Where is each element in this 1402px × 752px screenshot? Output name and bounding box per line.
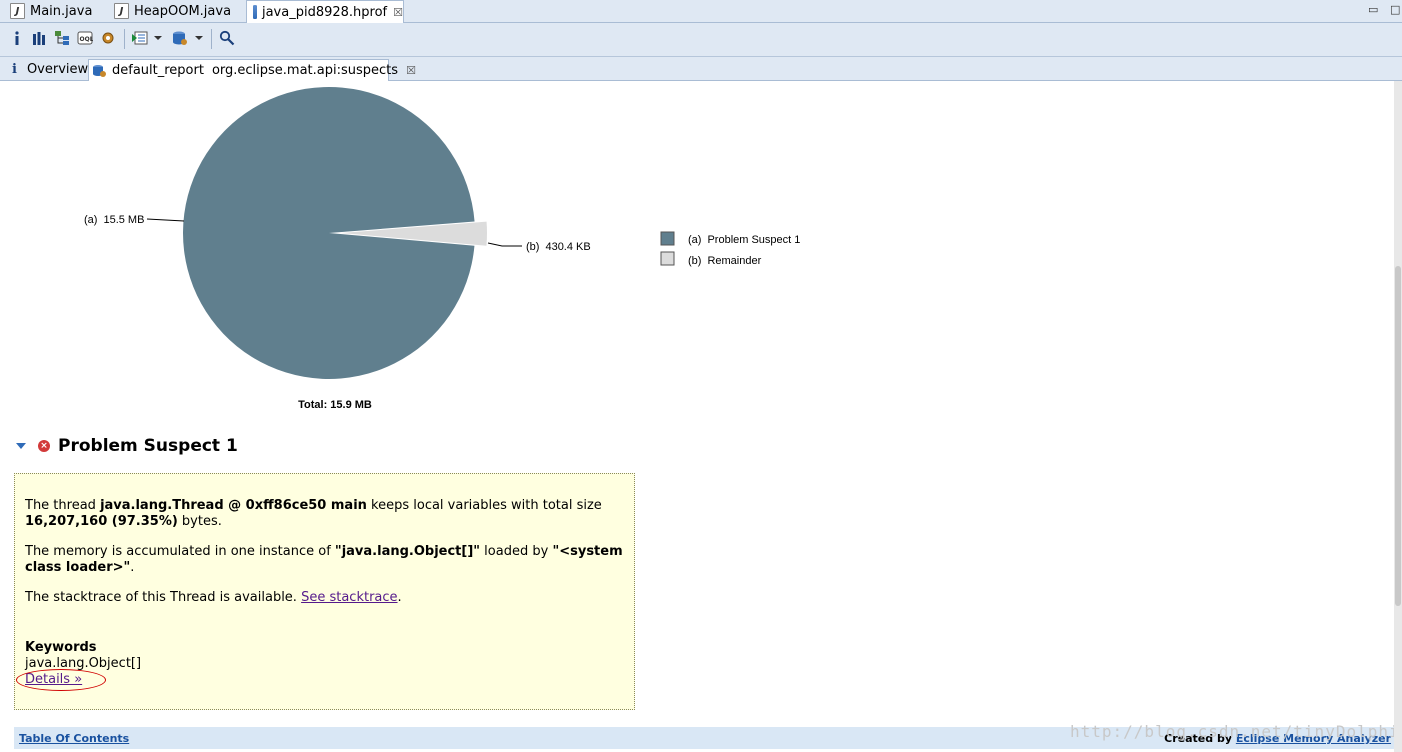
collapse-toggle-icon[interactable] bbox=[16, 443, 26, 449]
gear-icon[interactable] bbox=[99, 29, 117, 47]
close-icon[interactable]: ☒ bbox=[393, 6, 403, 19]
info-icon[interactable] bbox=[10, 29, 24, 47]
legend-swatch-a bbox=[660, 231, 675, 246]
scrollbar-thumb[interactable] bbox=[1395, 266, 1401, 606]
toolbar: OQL bbox=[0, 23, 1402, 57]
report-content: (a) 15.5 MB (b) 430.4 KB Total: 15.9 MB (a… bbox=[0, 81, 1394, 752]
stacktrace-paragraph: The stacktrace of this Thread is availab… bbox=[25, 590, 402, 605]
chevron-down-icon[interactable] bbox=[153, 29, 163, 47]
heap-dump-icon bbox=[253, 5, 257, 19]
leader-line-a bbox=[146, 218, 185, 222]
oql-icon[interactable]: OQL bbox=[76, 29, 94, 47]
table-of-contents-link[interactable]: Table Of Contents bbox=[19, 732, 129, 745]
minimize-icon[interactable]: ▭ bbox=[1368, 3, 1378, 16]
maximize-icon[interactable]: □ bbox=[1390, 3, 1400, 16]
tab-overview[interactable]: i Overview bbox=[6, 59, 88, 80]
info-icon: i bbox=[12, 62, 17, 77]
toolbar-separator bbox=[124, 29, 125, 49]
keyword-value: java.lang.Object[] bbox=[25, 656, 142, 671]
slice-b-label: (b) 430.4 KB bbox=[526, 241, 591, 253]
memory-paragraph: The memory is accumulated in one instanc… bbox=[25, 544, 623, 575]
svg-text:OQL: OQL bbox=[80, 36, 94, 43]
tab-main-java[interactable]: J Main.java bbox=[4, 0, 104, 22]
tab-label: Main.java bbox=[30, 3, 93, 19]
report-icon bbox=[92, 64, 106, 78]
toolbar-separator bbox=[211, 29, 212, 49]
java-file-icon: J bbox=[114, 3, 129, 19]
pie-chart: (a) 15.5 MB (b) 430.4 KB Total: 15.9 MB (a… bbox=[84, 86, 800, 411]
close-icon[interactable]: ☒ bbox=[406, 64, 416, 77]
details-link[interactable]: Details » bbox=[16, 669, 106, 691]
legend-label-b: (b) Remainder bbox=[688, 255, 762, 267]
search-icon[interactable] bbox=[218, 29, 236, 47]
legend-label-a: (a) Problem Suspect 1 bbox=[688, 234, 800, 246]
error-icon: × bbox=[38, 440, 50, 452]
tab-label: java_pid8928.hprof bbox=[261, 4, 388, 20]
histogram-icon[interactable] bbox=[30, 29, 48, 47]
vertical-scrollbar[interactable] bbox=[1394, 81, 1402, 752]
pie-slices bbox=[182, 86, 487, 379]
highlight-ellipse bbox=[16, 669, 106, 691]
see-stacktrace-link[interactable]: See stacktrace bbox=[301, 590, 397, 605]
tab-label: default_report bbox=[112, 63, 204, 78]
java-file-icon: J bbox=[10, 3, 25, 19]
dominator-tree-icon[interactable] bbox=[53, 29, 71, 47]
report-id-label: org.eclipse.mat.api:suspects bbox=[211, 63, 399, 78]
slice-a-label: (a) 15.5 MB bbox=[84, 214, 144, 226]
legend-swatch-b bbox=[660, 251, 675, 266]
chevron-down-icon[interactable] bbox=[194, 29, 204, 47]
suspect-title: Problem Suspect 1 bbox=[58, 436, 238, 456]
tab-heapoom-java[interactable]: J HeapOOM.java bbox=[108, 0, 246, 22]
suspect-header: × Problem Suspect 1 bbox=[16, 436, 238, 456]
suspect-description: The thread java.lang.Thread @ 0xff86ce50… bbox=[14, 473, 635, 710]
tab-hprof[interactable]: java_pid8928.hprof ☒ bbox=[246, 0, 404, 23]
thread-paragraph: The thread java.lang.Thread @ 0xff86ce50… bbox=[25, 498, 602, 529]
editor-tab-bar: J Main.java J HeapOOM.java java_pid8928.… bbox=[0, 0, 1402, 23]
run-report-icon[interactable] bbox=[130, 29, 150, 47]
keywords-heading: Keywords bbox=[25, 640, 97, 655]
report-tab-bar: i Overview default_report org.eclipse.ma… bbox=[0, 57, 1402, 81]
leader-line-b bbox=[487, 242, 522, 247]
chart-total: Total: 15.9 MB bbox=[298, 399, 372, 411]
watermark: http://blog.csdn.net/tinyDolphin bbox=[1070, 722, 1394, 741]
tab-default-report[interactable]: default_report org.eclipse.mat.api:suspe… bbox=[88, 59, 416, 81]
tab-label: HeapOOM.java bbox=[134, 3, 232, 19]
query-browser-icon[interactable] bbox=[170, 29, 190, 47]
tab-label: Overview bbox=[26, 62, 89, 77]
